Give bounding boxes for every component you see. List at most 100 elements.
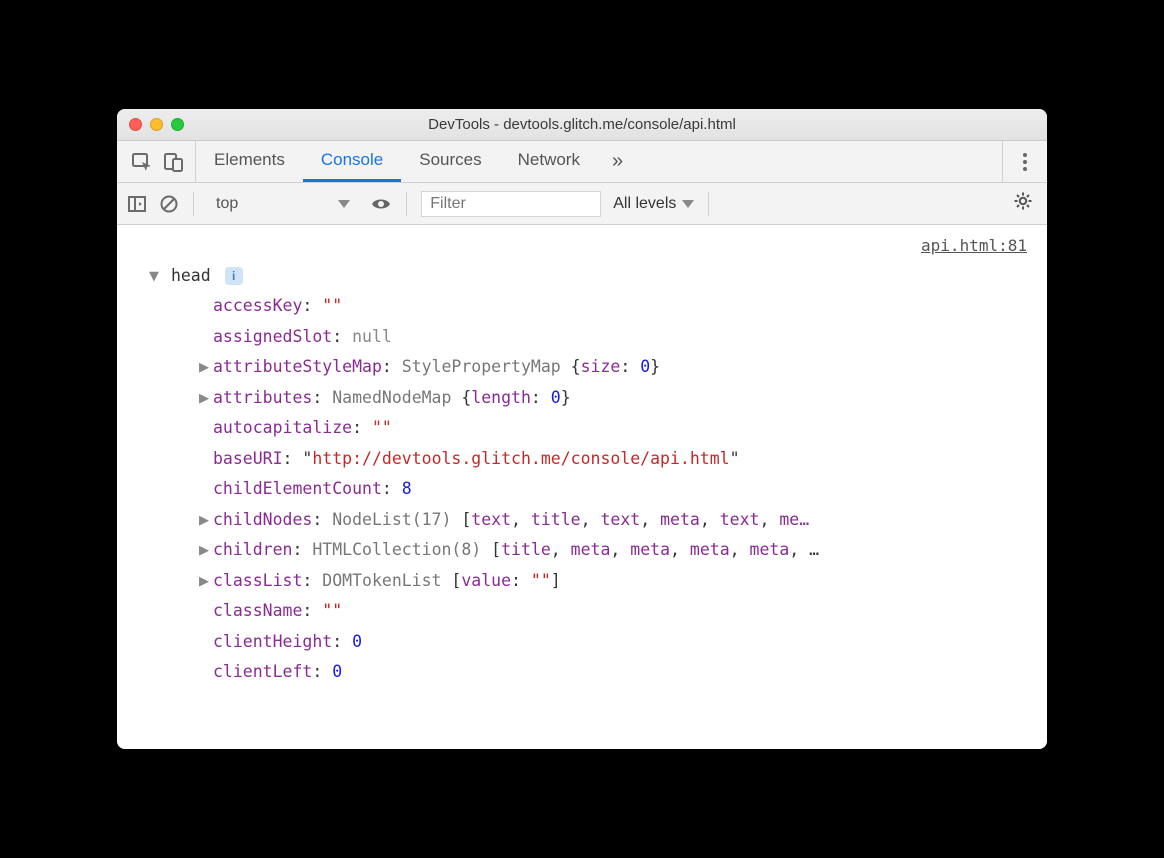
property-row[interactable]: ▶attributeStyleMap: StylePropertyMap {si…: [199, 352, 1033, 383]
property-value-segment: HTMLCollection(8): [312, 540, 491, 559]
tab-console[interactable]: Console: [303, 141, 401, 182]
property-value-segment: me…: [779, 510, 809, 529]
property-value-segment: [: [461, 510, 471, 529]
property-value-segment: {: [461, 388, 471, 407]
property-key: accessKey: [213, 296, 302, 315]
tabbar-tools: [125, 141, 196, 182]
property-row[interactable]: ▶childNodes: NodeList(17) [text, title, …: [199, 505, 1033, 536]
property-value-segment: 8: [402, 479, 412, 498]
property-value-segment: text: [600, 510, 640, 529]
tab-sources[interactable]: Sources: [401, 141, 499, 182]
property-row[interactable]: ▶classList: DOMTokenList [value: ""]: [199, 566, 1033, 597]
log-levels-selector[interactable]: All levels: [613, 195, 694, 213]
minimize-button[interactable]: [150, 118, 163, 131]
property-row[interactable]: className: "": [199, 596, 1033, 627]
property-row[interactable]: clientHeight: 0: [199, 627, 1033, 658]
disclosure-right-icon[interactable]: ▶: [199, 535, 213, 566]
property-value-segment: meta: [630, 540, 670, 559]
disclosure-down-icon[interactable]: ▼: [149, 261, 161, 292]
property-value-segment: null: [352, 327, 392, 346]
property-key: clientLeft: [213, 662, 312, 681]
property-value-segment: NodeList(17): [332, 510, 461, 529]
property-row[interactable]: childElementCount: 8: [199, 474, 1033, 505]
close-button[interactable]: [129, 118, 142, 131]
property-row[interactable]: ▶children: HTMLCollection(8) [title, met…: [199, 535, 1033, 566]
property-value-segment: ,: [730, 540, 750, 559]
property-value-segment: ,: [700, 510, 720, 529]
live-expression-icon[interactable]: [370, 193, 392, 215]
tab-elements[interactable]: Elements: [196, 141, 303, 182]
property-value-segment: :: [511, 571, 531, 590]
property-row[interactable]: accessKey: "": [199, 291, 1033, 322]
property-key: childNodes: [213, 510, 312, 529]
property-value-segment: value: [461, 571, 511, 590]
property-value-segment: "": [322, 296, 342, 315]
property-row[interactable]: ▶attributes: NamedNodeMap {length: 0}: [199, 383, 1033, 414]
property-key: clientHeight: [213, 632, 332, 651]
property-value-segment: ,: [581, 510, 601, 529]
property-value-segment: text: [720, 510, 760, 529]
source-link[interactable]: api.html:81: [131, 231, 1033, 261]
property-value-segment: "": [372, 418, 392, 437]
separator: [708, 192, 709, 216]
property-row[interactable]: autocapitalize: "": [199, 413, 1033, 444]
property-value-segment: ,: [610, 540, 630, 559]
disclosure-right-icon[interactable]: ▶: [199, 566, 213, 597]
property-value-segment: meta: [660, 510, 700, 529]
disclosure-right-icon[interactable]: ▶: [199, 383, 213, 414]
property-value-segment: StylePropertyMap: [402, 357, 571, 376]
property-value-segment: text: [471, 510, 511, 529]
property-value-segment: "": [322, 601, 342, 620]
maximize-button[interactable]: [171, 118, 184, 131]
console-settings-icon[interactable]: [1009, 191, 1037, 216]
property-value-segment: [: [491, 540, 501, 559]
property-value-segment: ,: [640, 510, 660, 529]
console-output[interactable]: api.html:81 ▼ head i accessKey: ""assign…: [117, 225, 1047, 749]
property-value-segment: meta: [750, 540, 790, 559]
separator: [193, 192, 194, 216]
panel-tabbar: Elements Console Sources Network »: [117, 141, 1047, 183]
context-selector[interactable]: top: [208, 193, 358, 215]
property-row[interactable]: clientLeft: 0: [199, 657, 1033, 688]
property-value-segment: meta: [571, 540, 611, 559]
devtools-window: DevTools - devtools.glitch.me/console/ap…: [117, 109, 1047, 749]
property-value-segment: http://devtools.glitch.me/console/api.ht…: [312, 449, 729, 468]
property-value-segment: 0: [332, 662, 342, 681]
clear-console-icon[interactable]: [159, 194, 179, 214]
panel-tabs: Elements Console Sources Network »: [196, 141, 637, 182]
property-value-segment: DOMTokenList: [322, 571, 451, 590]
info-badge-icon[interactable]: i: [225, 267, 243, 285]
property-key: attributes: [213, 388, 312, 407]
inspect-icon[interactable]: [131, 151, 153, 173]
disclosure-right-icon[interactable]: ▶: [199, 505, 213, 536]
property-key: assignedSlot: [213, 327, 332, 346]
tab-overflow[interactable]: »: [598, 141, 637, 182]
traffic-lights: [129, 118, 184, 131]
property-row[interactable]: assignedSlot: null: [199, 322, 1033, 353]
tab-network[interactable]: Network: [500, 141, 598, 182]
context-label: top: [216, 195, 238, 213]
more-menu-icon[interactable]: [1017, 147, 1033, 177]
property-value-segment: ,: [551, 540, 571, 559]
object-root[interactable]: ▼ head i accessKey: ""assignedSlot: null…: [131, 261, 1033, 688]
object-properties: accessKey: ""assignedSlot: null▶attribut…: [149, 291, 1033, 688]
levels-label: All levels: [613, 195, 676, 213]
property-value-segment: size: [581, 357, 621, 376]
titlebar: DevTools - devtools.glitch.me/console/ap…: [117, 109, 1047, 141]
tabbar-right: [1002, 141, 1047, 182]
property-value-segment: 0: [352, 632, 362, 651]
property-row[interactable]: baseURI: "http://devtools.glitch.me/cons…: [199, 444, 1033, 475]
property-value-segment: NamedNodeMap: [332, 388, 461, 407]
filter-input[interactable]: [421, 191, 601, 217]
property-key: className: [213, 601, 302, 620]
show-console-sidebar-icon[interactable]: [127, 194, 147, 214]
property-key: childElementCount: [213, 479, 382, 498]
property-value-segment: meta: [690, 540, 730, 559]
property-value-segment: }: [650, 357, 660, 376]
property-value-segment: 0: [551, 388, 561, 407]
window-title: DevTools - devtools.glitch.me/console/ap…: [117, 116, 1047, 133]
chevron-down-icon: [682, 200, 694, 208]
property-value-segment: ]: [551, 571, 561, 590]
device-toggle-icon[interactable]: [163, 151, 185, 173]
disclosure-right-icon[interactable]: ▶: [199, 352, 213, 383]
